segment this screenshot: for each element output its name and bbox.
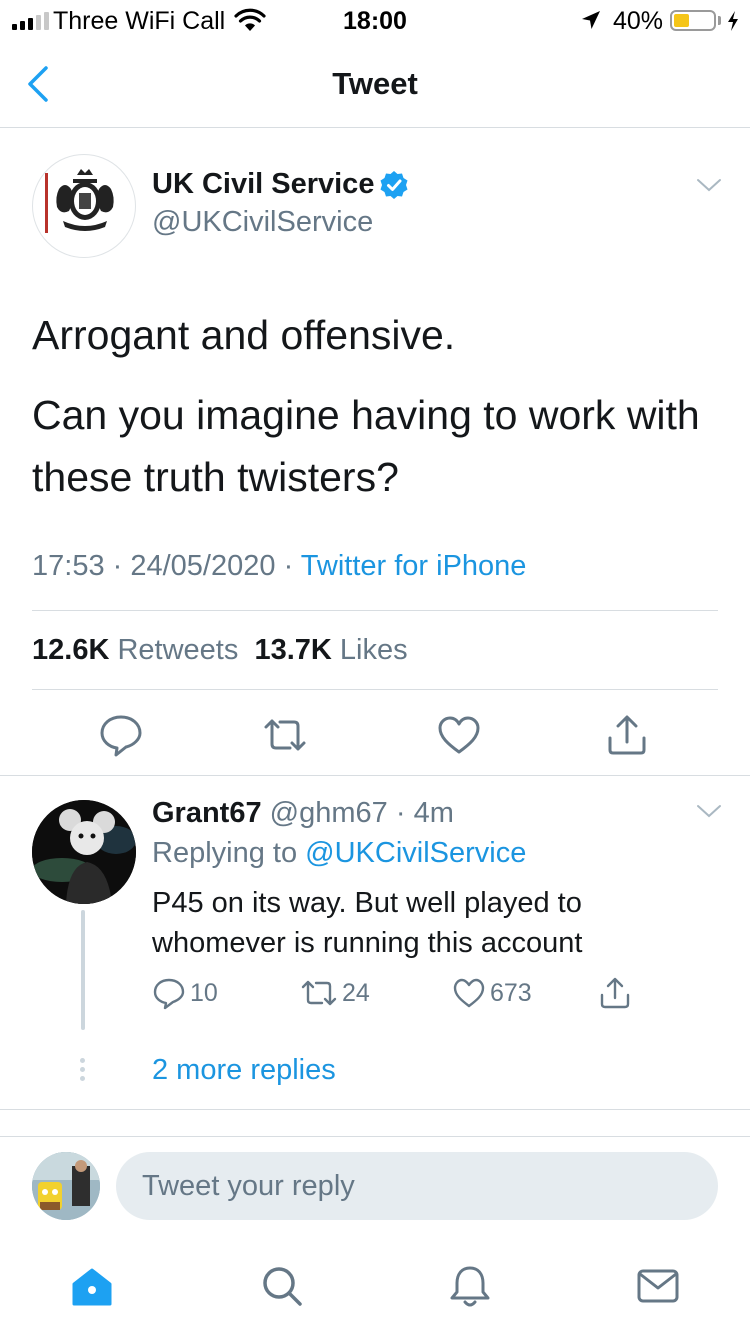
divider bbox=[0, 775, 750, 776]
reply-reply-button[interactable]: 10 bbox=[152, 976, 218, 1010]
reply-icon bbox=[153, 978, 185, 1010]
tweet-timestamp: 17:53 · 24/05/2020 · Twitter for iPhone bbox=[32, 550, 526, 583]
status-bar: Three WiFi Call 18:00 40% bbox=[0, 0, 750, 40]
chevron-down-icon[interactable] bbox=[696, 802, 722, 822]
retweets-label[interactable]: Retweets bbox=[117, 634, 238, 666]
more-replies-dots bbox=[80, 1058, 85, 1085]
avatar-image bbox=[32, 1152, 100, 1220]
replying-label: Replying to bbox=[152, 837, 298, 869]
reply-header: Grant67 @ghm67 · 4m bbox=[152, 797, 454, 830]
meta-separator: · bbox=[275, 550, 301, 582]
page-title: Tweet bbox=[332, 66, 418, 101]
tweet-text: Arrogant and offensive. Can you imagine … bbox=[32, 304, 722, 526]
reply-avatar[interactable] bbox=[32, 800, 136, 904]
reply-author-handle[interactable]: @ghm67 bbox=[270, 797, 388, 829]
reply-icon[interactable] bbox=[98, 712, 144, 758]
tweet-text-line: Arrogant and offensive. bbox=[32, 312, 456, 358]
reply-input[interactable] bbox=[116, 1152, 718, 1220]
tweet-date: 24/05/2020 bbox=[130, 550, 276, 582]
reply-retweet-button[interactable]: 24 bbox=[300, 976, 370, 1010]
replying-to: Replying to @UKCivilService bbox=[152, 837, 526, 870]
author-name[interactable]: UK Civil Service bbox=[152, 168, 374, 201]
verified-badge-icon bbox=[380, 171, 408, 199]
meta-separator: · bbox=[387, 797, 414, 829]
likes-count[interactable]: 13.7K bbox=[254, 634, 331, 666]
divider bbox=[32, 610, 718, 611]
messages-icon[interactable] bbox=[634, 1262, 682, 1310]
like-count: 673 bbox=[490, 978, 532, 1007]
mention-link[interactable]: @UKCivilService bbox=[305, 837, 526, 869]
like-icon[interactable] bbox=[436, 712, 482, 758]
reply-share-button[interactable] bbox=[598, 976, 632, 1010]
reply-like-button[interactable]: 673 bbox=[452, 976, 532, 1010]
reply-text: P45 on its way. But well played to whome… bbox=[152, 887, 583, 959]
retweet-icon bbox=[301, 980, 337, 1006]
tweet-text-line: Can you imagine having to work with thes… bbox=[32, 392, 700, 500]
notifications-icon[interactable] bbox=[446, 1262, 494, 1310]
search-icon[interactable] bbox=[258, 1262, 306, 1310]
location-icon bbox=[582, 11, 600, 29]
author-handle[interactable]: @UKCivilService bbox=[152, 206, 373, 239]
battery-percent: 40% bbox=[613, 7, 664, 35]
tweet-stats: 12.6K Retweets 13.7K Likes bbox=[32, 634, 408, 667]
more-replies-link[interactable]: 2 more replies bbox=[152, 1054, 336, 1087]
chevron-down-icon[interactable] bbox=[696, 176, 722, 196]
likes-label[interactable]: Likes bbox=[340, 634, 408, 666]
retweets-count[interactable]: 12.6K bbox=[32, 634, 109, 666]
tweet-time: 17:53 bbox=[32, 550, 105, 582]
battery-icon bbox=[670, 10, 716, 31]
divider bbox=[32, 689, 718, 690]
divider bbox=[0, 1109, 750, 1110]
thread-line bbox=[81, 910, 85, 1030]
reply-author-name[interactable]: Grant67 bbox=[152, 797, 262, 829]
charging-icon bbox=[728, 11, 738, 31]
retweet-count: 24 bbox=[342, 978, 370, 1007]
battery-tip bbox=[718, 16, 721, 25]
reply-count: 10 bbox=[190, 978, 218, 1007]
nav-bar: Tweet bbox=[0, 40, 750, 128]
like-icon bbox=[453, 978, 485, 1008]
avatar[interactable] bbox=[32, 154, 136, 258]
tab-bar bbox=[0, 1240, 750, 1334]
reply-time: 4m bbox=[413, 797, 454, 829]
meta-separator: · bbox=[104, 550, 131, 582]
my-avatar[interactable] bbox=[32, 1152, 100, 1220]
share-icon[interactable] bbox=[604, 712, 650, 758]
retweet-icon[interactable] bbox=[262, 712, 308, 758]
avatar-image bbox=[32, 800, 136, 904]
share-icon bbox=[600, 977, 630, 1009]
royal-crest-icon bbox=[45, 169, 114, 233]
home-icon[interactable] bbox=[68, 1262, 116, 1310]
tweet-source-link[interactable]: Twitter for iPhone bbox=[301, 550, 527, 582]
